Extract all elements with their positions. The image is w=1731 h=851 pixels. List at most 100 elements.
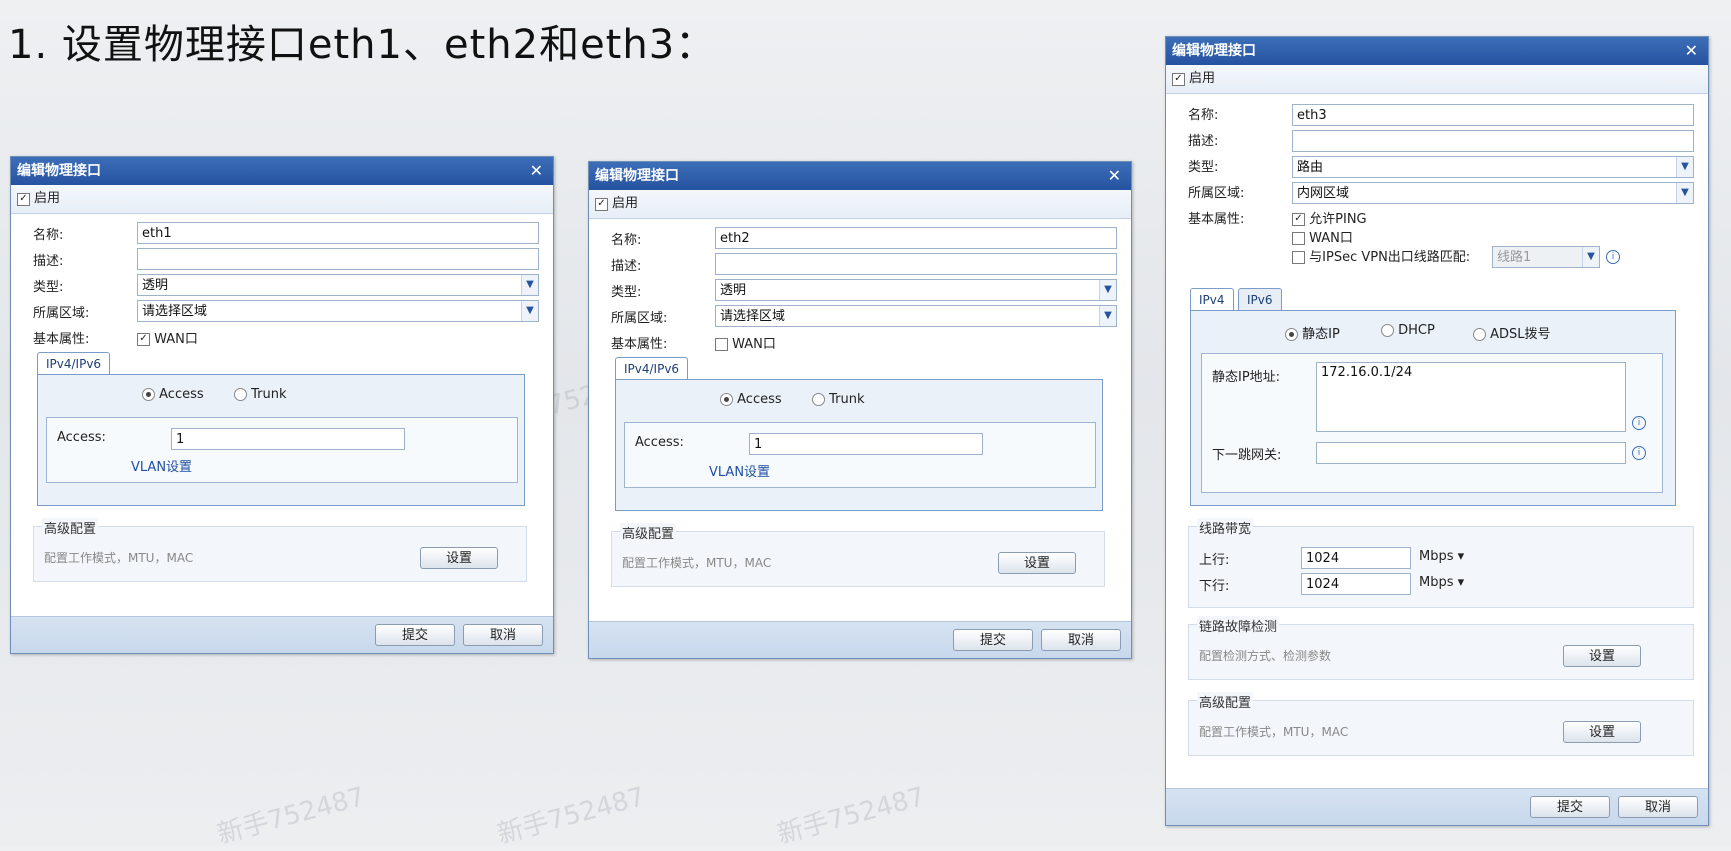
radio-trunk-label: Trunk: [251, 387, 287, 402]
radio-access[interactable]: Access: [720, 392, 782, 407]
bandwidth-group: 线路带宽 上行: 1024 Mbps ▾ 下行: 1024 Mbps ▾: [1188, 518, 1694, 608]
radio-access-button[interactable]: [142, 388, 155, 401]
dialog-eth2: 编辑物理接口 ✕ ✓ 启用 名称: eth2 描述: 类型: 透明 ▼ 所属区域…: [588, 161, 1132, 659]
static-ip-textarea[interactable]: 172.16.0.1/24: [1316, 362, 1626, 432]
radio-access-button[interactable]: [720, 393, 733, 406]
radio-static-ip[interactable]: 静态IP: [1285, 323, 1340, 342]
cancel-button[interactable]: 取消: [1618, 796, 1698, 818]
access-input[interactable]: 1: [171, 428, 405, 450]
enable-label: 启用: [1189, 71, 1216, 86]
wan-checkbox[interactable]: ✓: [137, 333, 150, 346]
tab-ipv4[interactable]: IPv4: [1190, 288, 1234, 310]
desc-input[interactable]: [1292, 130, 1694, 152]
type-select[interactable]: 透明 ▼: [137, 274, 539, 296]
type-select[interactable]: 透明 ▼: [715, 279, 1117, 301]
type-label: 类型:: [1188, 160, 1219, 175]
ping-option[interactable]: ✓ 允许PING: [1292, 208, 1367, 227]
ip-panel: Access Trunk Access: 1 VLAN设置: [615, 379, 1103, 511]
radio-dhcp[interactable]: DHCP: [1381, 323, 1435, 338]
ipsec-label: 与IPSec VPN出口线路匹配:: [1309, 250, 1471, 265]
desc-input[interactable]: [137, 248, 539, 270]
ipsec-option[interactable]: 与IPSec VPN出口线路匹配:: [1292, 246, 1470, 265]
desc-input[interactable]: [715, 253, 1117, 275]
submit-button[interactable]: 提交: [1530, 796, 1610, 818]
info-icon[interactable]: i: [1632, 446, 1646, 460]
radio-trunk[interactable]: Trunk: [812, 392, 865, 407]
zone-select[interactable]: 内网区域 ▼: [1292, 182, 1694, 204]
wan-option[interactable]: ✓ WAN口: [137, 328, 198, 347]
zone-value: 请选择区域: [142, 304, 208, 319]
wan-option[interactable]: WAN口: [1292, 227, 1353, 246]
watermark: 新手752487: [774, 781, 929, 850]
advanced-hint: 配置工作模式，MTU，MAC: [1199, 725, 1349, 739]
ipsec-checkbox[interactable]: [1292, 251, 1305, 264]
enable-checkbox[interactable]: ✓: [1172, 72, 1185, 86]
access-box: Access: 1 VLAN设置: [46, 417, 518, 483]
chevron-down-icon[interactable]: ▼: [521, 301, 538, 321]
zone-select[interactable]: 请选择区域 ▼: [137, 300, 539, 322]
radio-trunk[interactable]: Trunk: [234, 387, 287, 402]
submit-button[interactable]: 提交: [953, 629, 1033, 651]
upstream-input[interactable]: 1024: [1301, 547, 1411, 569]
close-icon[interactable]: ✕: [1685, 37, 1698, 65]
attr-label: 基本属性:: [33, 332, 90, 347]
tab-ipv4-ipv6[interactable]: IPv4/IPv6: [615, 357, 689, 379]
wan-checkbox[interactable]: [715, 338, 728, 351]
radio-dhcp-label: DHCP: [1398, 323, 1435, 338]
ping-label: 允许PING: [1309, 212, 1367, 227]
chevron-down-icon[interactable]: ▼: [1676, 157, 1693, 177]
zone-select[interactable]: 请选择区域 ▼: [715, 305, 1117, 327]
upstream-unit[interactable]: Mbps ▾: [1419, 549, 1464, 564]
wan-option[interactable]: WAN口: [715, 333, 776, 352]
enable-checkbox[interactable]: ✓: [595, 197, 608, 211]
chevron-down-icon[interactable]: ▼: [521, 275, 538, 295]
downstream-input[interactable]: 1024: [1301, 573, 1411, 595]
type-select[interactable]: 路由 ▼: [1292, 156, 1694, 178]
radio-trunk-button[interactable]: [234, 388, 247, 401]
access-box: Access: 1 VLAN设置: [624, 422, 1096, 488]
access-input[interactable]: 1: [749, 433, 983, 455]
info-icon[interactable]: i: [1606, 250, 1620, 264]
desc-label: 描述:: [1188, 134, 1219, 149]
radio-static-ip-button[interactable]: [1285, 328, 1298, 341]
vlan-settings-link[interactable]: VLAN设置: [131, 456, 192, 475]
dialog-title-text: 编辑物理接口: [1172, 43, 1256, 59]
ipsec-line-select[interactable]: 线路1 ▼: [1492, 246, 1600, 268]
downstream-unit[interactable]: Mbps ▾: [1419, 575, 1464, 590]
fault-detection-group: 链路故障检测 配置检测方式、检测参数 设置: [1188, 616, 1694, 680]
dialog-title: 编辑物理接口 ✕: [1166, 37, 1708, 65]
wan-checkbox[interactable]: [1292, 232, 1305, 245]
close-icon[interactable]: ✕: [1108, 162, 1121, 190]
chevron-down-icon[interactable]: ▼: [1582, 247, 1599, 267]
advanced-hint: 配置工作模式，MTU，MAC: [44, 551, 194, 565]
name-input[interactable]: eth2: [715, 227, 1117, 249]
advanced-settings-button[interactable]: 设置: [420, 547, 498, 569]
radio-trunk-button[interactable]: [812, 393, 825, 406]
advanced-settings-button[interactable]: 设置: [998, 552, 1076, 574]
tab-ipv6[interactable]: IPv6: [1238, 288, 1282, 310]
cancel-button[interactable]: 取消: [463, 624, 543, 646]
fault-settings-button[interactable]: 设置: [1563, 645, 1641, 667]
enable-toolbar: ✓ 启用: [1166, 65, 1708, 94]
chevron-down-icon[interactable]: ▼: [1099, 306, 1116, 326]
chevron-down-icon[interactable]: ▼: [1099, 280, 1116, 300]
cancel-button[interactable]: 取消: [1041, 629, 1121, 651]
enable-checkbox[interactable]: ✓: [17, 192, 30, 206]
name-input[interactable]: eth1: [137, 222, 539, 244]
gateway-input[interactable]: [1316, 442, 1626, 464]
submit-button[interactable]: 提交: [375, 624, 455, 646]
radio-adsl-button[interactable]: [1473, 328, 1486, 341]
advanced-settings-button[interactable]: 设置: [1563, 721, 1641, 743]
dialog-eth1: 编辑物理接口 ✕ ✓ 启用 名称: eth1 描述: 类型: 透明 ▼ 所属区域…: [10, 156, 554, 654]
close-icon[interactable]: ✕: [530, 157, 543, 185]
radio-dhcp-button[interactable]: [1381, 324, 1394, 337]
info-icon[interactable]: i: [1632, 416, 1646, 430]
tab-ipv4-ipv6[interactable]: IPv4/IPv6: [37, 352, 111, 374]
radio-access[interactable]: Access: [142, 387, 204, 402]
name-input[interactable]: eth3: [1292, 104, 1694, 126]
radio-adsl-label: ADSL拨号: [1490, 327, 1551, 342]
chevron-down-icon[interactable]: ▼: [1676, 183, 1693, 203]
radio-adsl[interactable]: ADSL拨号: [1473, 323, 1551, 342]
ping-checkbox[interactable]: ✓: [1292, 213, 1305, 226]
vlan-settings-link[interactable]: VLAN设置: [709, 461, 770, 480]
